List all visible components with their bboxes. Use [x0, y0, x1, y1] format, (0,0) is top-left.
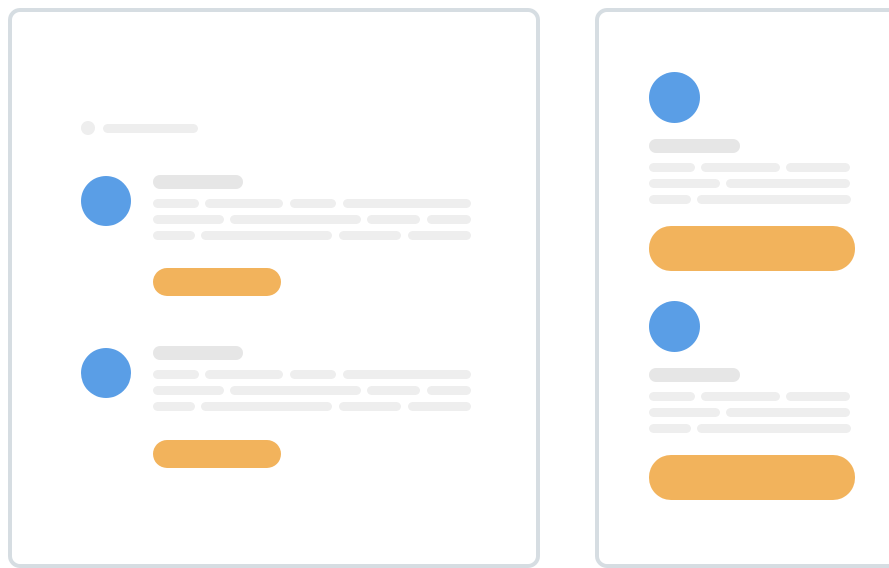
desktop-wireframe-frame: [8, 8, 540, 568]
avatar-icon: [649, 72, 700, 123]
breadcrumb-placeholder-text: [103, 124, 198, 133]
card-title-placeholder: [153, 346, 243, 360]
breadcrumb-dot-icon: [81, 121, 95, 135]
card-action-button[interactable]: [153, 268, 281, 296]
card-title-placeholder: [649, 368, 740, 382]
avatar-icon: [81, 348, 131, 398]
card-action-button[interactable]: [649, 226, 855, 271]
card-action-button[interactable]: [153, 440, 281, 468]
card-title-placeholder: [153, 175, 243, 189]
mobile-wireframe-frame: [595, 8, 889, 568]
avatar-icon: [649, 301, 700, 352]
card-title-placeholder: [649, 139, 740, 153]
card-action-button[interactable]: [649, 455, 855, 500]
avatar-icon: [81, 176, 131, 226]
